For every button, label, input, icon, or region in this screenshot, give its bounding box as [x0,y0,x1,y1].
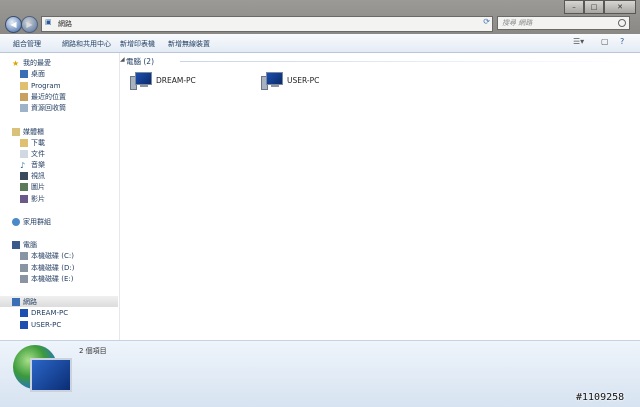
star-icon: ★ [12,58,20,68]
computer-icon [130,72,152,90]
nav-network[interactable]: 網路 [0,296,118,307]
network-monitor-icon [30,358,72,392]
watermark: #1109258 [576,392,625,403]
close-button[interactable]: ✕ [604,0,636,14]
breadcrumb[interactable]: 網路 [58,19,72,29]
search-placeholder: 搜尋 網路 [502,19,533,27]
navigation-pane: ★ 我的最愛 桌面 Program 最近的位置 資源回收筒 媒體櫃 下載 文件 ♪… [0,53,120,340]
recent-places-icon [20,92,28,101]
preview-pane-icon[interactable]: ▢ [601,37,609,46]
network-icon [12,297,20,306]
organize-button[interactable]: 組合管理 [13,39,41,49]
movies-icon [20,194,28,203]
video-icon [20,171,28,180]
network-sharing-center-button[interactable]: 網路和共用中心 [62,39,111,49]
recycle-bin-icon [20,103,28,112]
nav-libraries[interactable]: 媒體櫃 [12,126,130,137]
add-wireless-device-button[interactable]: 新增無線裝置 [168,39,210,49]
content-pane: ◢ 電腦 (2) DREAM-PC USER-PC [120,53,640,340]
window-controls: – □ ✕ [564,0,636,14]
maximize-button[interactable]: □ [584,0,604,14]
search-icon[interactable] [618,19,626,27]
computer-item-dream-pc[interactable]: DREAM-PC [130,72,196,90]
collapse-group-icon[interactable]: ◢ [120,56,125,63]
help-icon[interactable]: ? [620,37,624,46]
drive-icon [20,251,28,260]
folder-icon [20,138,28,147]
add-printer-button[interactable]: 新增印表機 [120,39,155,49]
group-divider [180,61,630,62]
nav-homegroup[interactable]: 家用群組 [12,216,130,227]
search-input[interactable]: 搜尋 網路 [497,16,630,30]
back-button[interactable]: ◀ [5,16,22,33]
libraries-icon [12,127,20,136]
computer-icon [12,240,20,249]
network-icon: ▣ [45,18,52,26]
item-count: 2 個項目 [79,347,107,355]
refresh-icon[interactable]: ⟳ [483,17,490,26]
nav-favorites[interactable]: ★ 我的最愛 [12,57,130,68]
computer-label: USER-PC [287,76,320,85]
minimize-button[interactable]: – [564,0,584,14]
drive-icon [20,274,28,283]
desktop-icon [20,69,28,78]
folder-icon [20,81,28,90]
forward-button[interactable]: ▶ [21,16,38,33]
pictures-icon [20,182,28,191]
homegroup-icon [12,217,20,226]
computer-label: DREAM-PC [156,76,196,85]
view-options-icon[interactable]: ☰▾ [573,37,584,46]
computer-icon [20,308,28,317]
address-bar[interactable]: ▣ 網路 ⟳ [41,16,493,32]
drive-icon [20,263,28,272]
title-bar: – □ ✕ ◀ ▶ ▣ 網路 ⟳ 搜尋 網路 [0,0,640,34]
computer-item-user-pc[interactable]: USER-PC [261,72,320,90]
computer-icon [20,320,28,329]
computer-icon [261,72,283,90]
group-header[interactable]: 電腦 (2) [126,56,154,67]
documents-icon [20,149,28,158]
command-bar: 組合管理 網路和共用中心 新增印表機 新增無線裝置 ☰▾ ▢ ? [0,34,640,53]
nav-computer[interactable]: 電腦 [12,239,130,250]
music-icon: ♪ [20,160,26,170]
